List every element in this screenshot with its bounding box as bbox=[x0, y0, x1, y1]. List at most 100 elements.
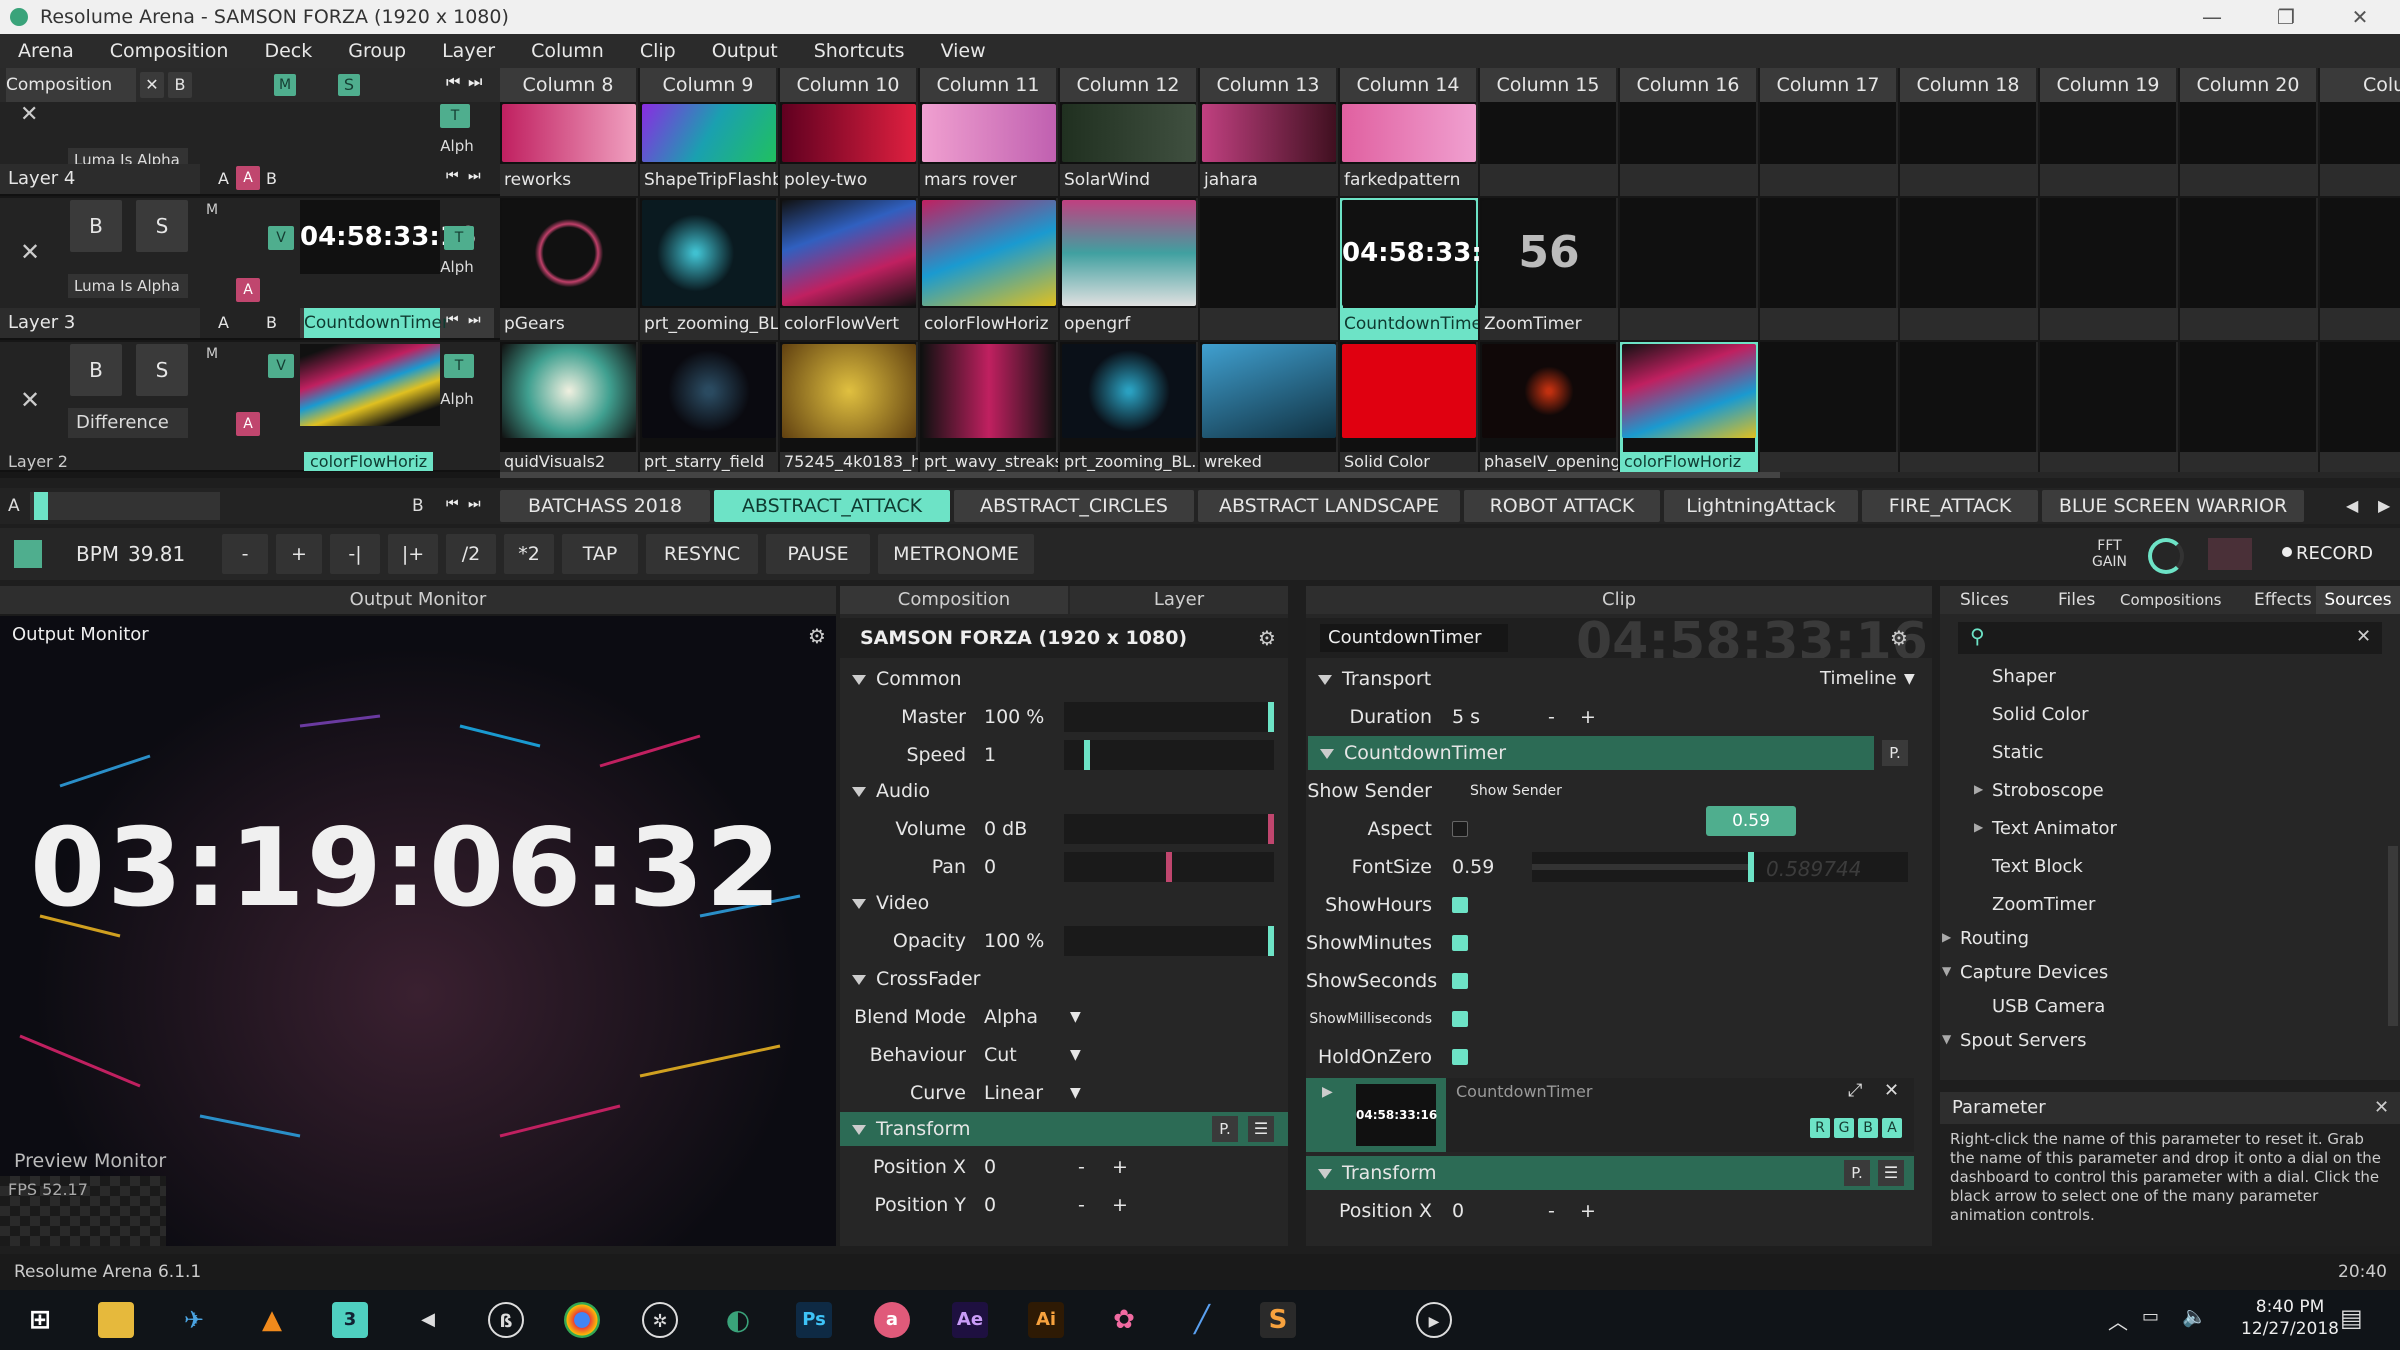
media-play-icon[interactable]: ▶ bbox=[1416, 1302, 1452, 1338]
source-item-solid-color[interactable]: Solid Color bbox=[1992, 704, 2089, 725]
clip-layer4-col9[interactable]: ShapeTripFlashback bbox=[640, 102, 778, 196]
clip-section-transform-toggle-icon[interactable] bbox=[1318, 1168, 1332, 1179]
param-volume-value[interactable]: 0 dB bbox=[984, 812, 1027, 846]
clip-layer2-col9[interactable]: prt_starry_field bbox=[640, 342, 778, 472]
param-position-y-value[interactable]: 0 bbox=[984, 1188, 996, 1222]
layer2-solo-button[interactable]: S bbox=[136, 344, 188, 396]
param-show-seconds-label[interactable]: ShowSeconds bbox=[1306, 964, 1437, 998]
param-show-sender-value[interactable]: Show Sender bbox=[1470, 774, 1562, 808]
position-y-minus-button[interactable]: - bbox=[1078, 1188, 1085, 1222]
layer4-prev-icon[interactable]: ⏮ bbox=[446, 168, 459, 184]
param-hold-on-zero-label[interactable]: HoldOnZero bbox=[1306, 1040, 1432, 1074]
section-transform-toggle-icon[interactable] bbox=[852, 1124, 866, 1135]
text-animator-expand-icon[interactable]: ▶ bbox=[1974, 820, 1983, 834]
bpm-value[interactable]: 39.81 bbox=[128, 534, 185, 574]
clip-transform-preset-button[interactable]: P. bbox=[1844, 1160, 1870, 1186]
column-header-16[interactable]: Column 16 bbox=[1620, 68, 1758, 102]
transform-preset-button[interactable]: P. bbox=[1212, 1116, 1238, 1142]
bird-app-icon[interactable]: ✈ bbox=[176, 1302, 212, 1338]
tab-composition[interactable]: Composition bbox=[840, 586, 1068, 614]
clip-transform-menu-icon[interactable]: ☰ bbox=[1878, 1160, 1904, 1186]
source-item-stroboscope[interactable]: Stroboscope bbox=[1992, 780, 2104, 801]
taskbar-clock[interactable]: 8:40 PM 12/27/2018 bbox=[2230, 1296, 2350, 1340]
param-show-minutes-label[interactable]: ShowMinutes bbox=[1306, 926, 1432, 960]
param-opacity-label[interactable]: Opacity bbox=[840, 924, 966, 958]
tab-compositions[interactable]: Compositions bbox=[2120, 586, 2222, 614]
fft-gain-dial[interactable] bbox=[2148, 538, 2184, 574]
layer3-solo-button[interactable]: S bbox=[136, 200, 188, 252]
section-transport-toggle-icon[interactable] bbox=[1318, 674, 1332, 685]
prev-deck-icon[interactable]: ⏮ bbox=[446, 496, 459, 512]
layer2-bypass-button[interactable]: B bbox=[70, 344, 122, 396]
menu-layer[interactable]: Layer bbox=[424, 40, 513, 62]
clip-position-x-plus-button[interactable]: + bbox=[1580, 1194, 1596, 1228]
layer2-video-button[interactable]: V bbox=[268, 354, 294, 378]
clip-position-x-minus-button[interactable]: - bbox=[1548, 1194, 1555, 1228]
param-show-sender-label[interactable]: Show Sender bbox=[1306, 774, 1432, 808]
chrome-icon[interactable] bbox=[564, 1302, 600, 1338]
clip-layer3-col20[interactable] bbox=[2180, 198, 2318, 340]
tab-sources[interactable]: Sources bbox=[2316, 586, 2400, 614]
halve-bpm-button[interactable]: /2 bbox=[446, 534, 496, 574]
clip-layer3-col19[interactable] bbox=[2040, 198, 2178, 340]
deck-horizontal-scrollbar[interactable] bbox=[500, 472, 2400, 478]
duration-plus-button[interactable]: + bbox=[1580, 700, 1596, 734]
column-header-18[interactable]: Column 18 bbox=[1900, 68, 2038, 102]
routing-expand-icon[interactable]: ▶ bbox=[1942, 930, 1951, 944]
section-audio[interactable]: Audio bbox=[840, 774, 1288, 808]
notifications-icon[interactable]: ▤ bbox=[2340, 1304, 2363, 1332]
clip-layer4-col12[interactable]: SolarWind bbox=[1060, 102, 1198, 196]
volume-slider[interactable] bbox=[1064, 814, 1274, 844]
menu-shortcuts[interactable]: Shortcuts bbox=[796, 40, 923, 62]
show-seconds-checkbox[interactable] bbox=[1452, 973, 1468, 989]
composition-bypass-button[interactable]: B bbox=[168, 72, 192, 98]
clip-layer4-col19[interactable] bbox=[2040, 102, 2178, 196]
layer4-name[interactable]: Layer 4 bbox=[8, 164, 75, 194]
clip-layer4-col21[interactable] bbox=[2320, 102, 2400, 196]
layer4-b-label[interactable]: B bbox=[266, 164, 277, 194]
layer2-mute-label[interactable]: M bbox=[206, 346, 218, 362]
param-duration-label[interactable]: Duration bbox=[1306, 700, 1432, 734]
section-crossfader[interactable]: CrossFader bbox=[840, 962, 1288, 996]
deck-tab-abstract-attack[interactable]: ABSTRACT_ATTACK bbox=[714, 490, 950, 522]
layer3-prev-icon[interactable]: ⏮ bbox=[446, 312, 459, 328]
bpm-decrease-button[interactable]: - bbox=[222, 534, 268, 574]
clip-layer4-col18[interactable] bbox=[1900, 102, 2038, 196]
clip-layer3-col8[interactable]: pGears bbox=[500, 198, 638, 340]
tray-expand-icon[interactable]: ︿ bbox=[2108, 1306, 2128, 1335]
layer3-name[interactable]: Layer 3 bbox=[8, 308, 75, 338]
curve-dropdown-icon[interactable]: ▼ bbox=[1070, 1076, 1081, 1110]
layer4-alpha-label[interactable]: Alph bbox=[440, 132, 474, 160]
source-group-routing[interactable]: Routing bbox=[1960, 928, 2029, 949]
section-transport[interactable]: Transport Timeline ▼ bbox=[1306, 662, 1932, 696]
clip-param-position-x-value[interactable]: 0 bbox=[1452, 1194, 1464, 1228]
clip-layer3-col10[interactable]: colorFlowVert bbox=[780, 198, 918, 340]
channel-r-button[interactable]: R bbox=[1810, 1118, 1830, 1138]
clip-layer2-col15[interactable]: phaseIV_opening bbox=[1480, 342, 1618, 472]
clip-layer3-col17[interactable] bbox=[1760, 198, 1898, 340]
timeline-mode-select[interactable]: Timeline bbox=[1820, 662, 1897, 696]
source-item-static[interactable]: Static bbox=[1992, 742, 2043, 763]
param-blend-mode-value[interactable]: Alpha bbox=[984, 1000, 1038, 1034]
clip-layer2-col10[interactable]: 75245_4k0183_h... bbox=[780, 342, 918, 472]
master-slider[interactable] bbox=[1064, 702, 1274, 732]
column-header-14[interactable]: Column 14 bbox=[1340, 68, 1478, 102]
layer2-active-clip-label[interactable]: colorFlowHoriz bbox=[304, 452, 434, 471]
section-common-toggle-icon[interactable] bbox=[852, 674, 866, 685]
browser-search-input[interactable]: ⚲ ✕ bbox=[1958, 622, 2382, 654]
deck-tab-abstract-landscape[interactable]: ABSTRACT LANDSCAPE bbox=[1198, 490, 1460, 522]
section-video-toggle-icon[interactable] bbox=[852, 898, 866, 909]
countdown-preset-button[interactable]: P. bbox=[1882, 740, 1908, 766]
composition-settings-icon[interactable]: ⚙ bbox=[1258, 626, 1276, 650]
deck-tab-abstract-circles[interactable]: ABSTRACT_CIRCLES bbox=[954, 490, 1194, 522]
tab-slices[interactable]: Slices bbox=[1960, 586, 2009, 614]
avatar-app-icon[interactable]: a bbox=[874, 1302, 910, 1338]
clip-layer3-col13[interactable] bbox=[1200, 198, 1338, 340]
nudge-back-button[interactable]: -| bbox=[330, 534, 380, 574]
close-window-button[interactable]: ✕ bbox=[2332, 0, 2388, 34]
column-header-15[interactable]: Column 15 bbox=[1480, 68, 1618, 102]
clip-layer2-col11[interactable]: prt_wavy_streaks bbox=[920, 342, 1058, 472]
windows-start-icon[interactable]: ⊞ bbox=[22, 1302, 58, 1338]
clip-layer2-col16[interactable]: colorFlowHoriz bbox=[1620, 342, 1758, 472]
volume-icon[interactable]: 🔈 bbox=[2182, 1304, 2207, 1328]
